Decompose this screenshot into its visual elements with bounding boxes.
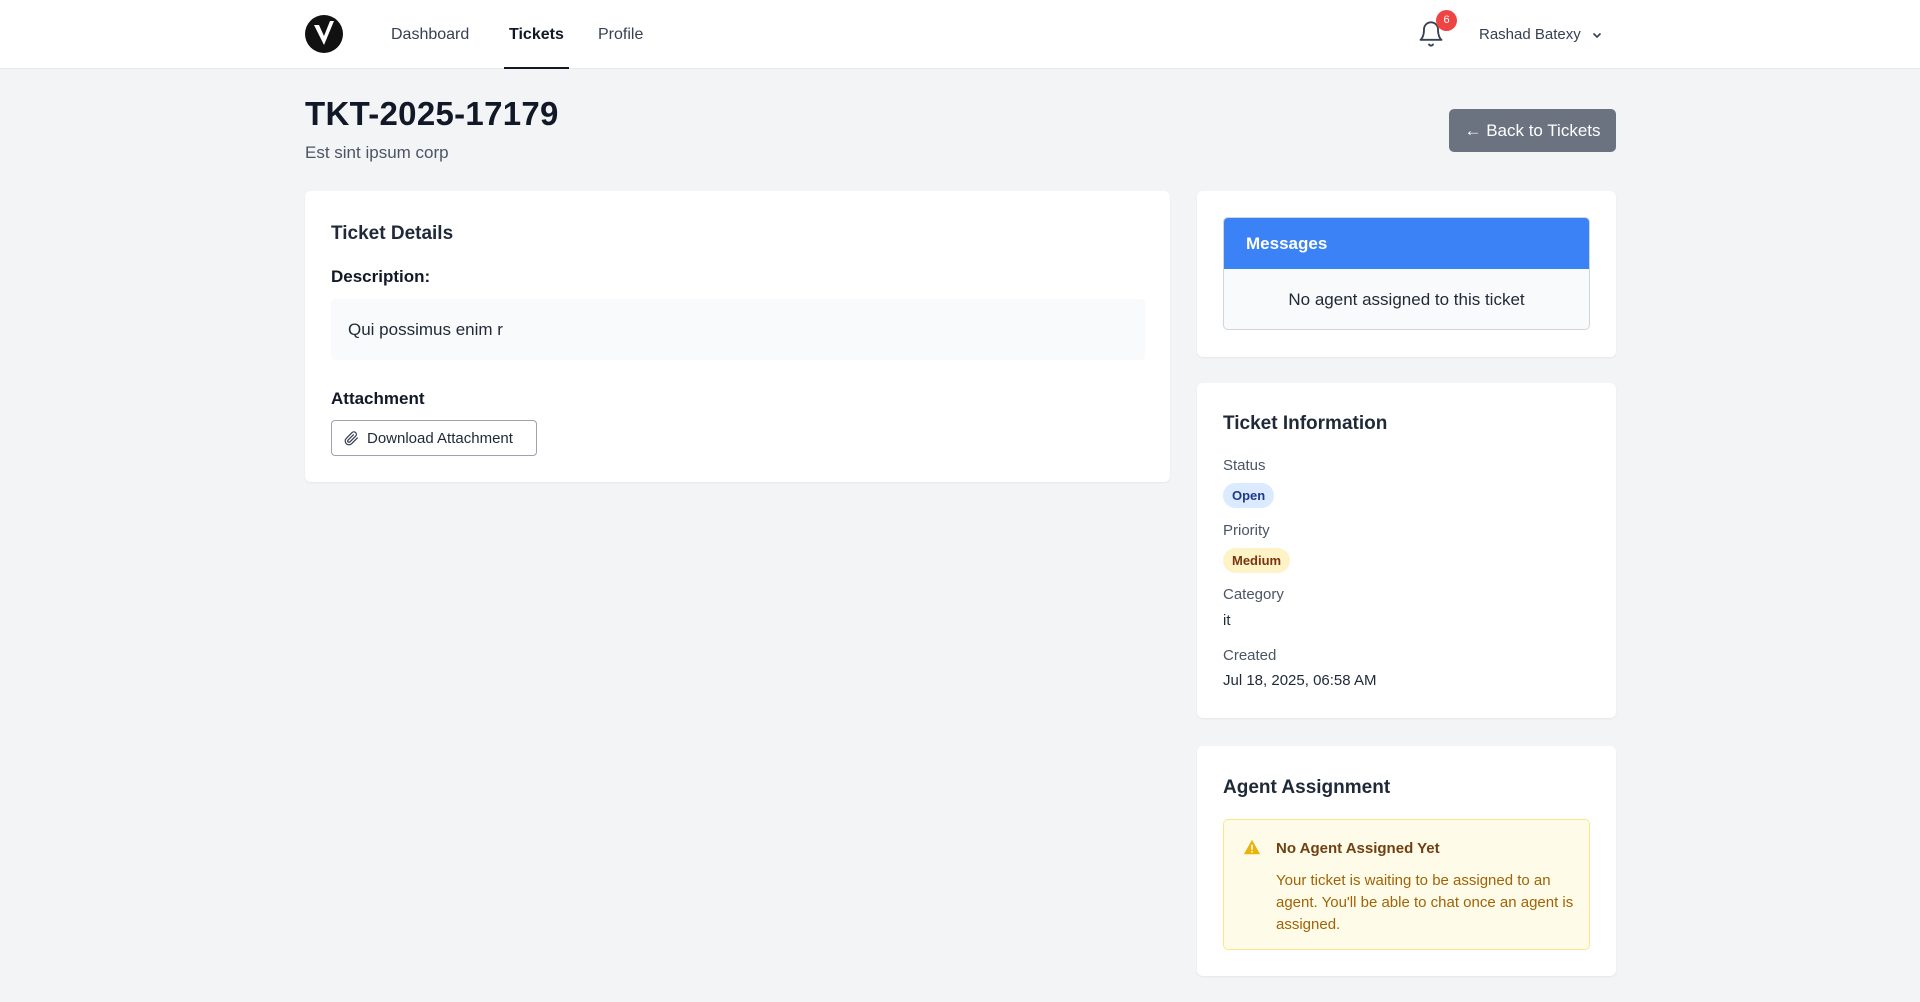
warning-icon [1243, 839, 1261, 855]
user-menu[interactable]: Rashad Batexy [1479, 0, 1603, 69]
description-label: Description: [331, 267, 431, 286]
ticket-details-card: Ticket Details Description: Qui possimus… [305, 191, 1170, 482]
created-value: Jul 18, 2025, 06:58 AM [1223, 672, 1377, 689]
ticket-information-card: Ticket Information Status Open Priority … [1197, 383, 1616, 718]
nav-tickets[interactable]: Tickets [504, 0, 569, 69]
page-title: TKT-2025-17179 [305, 95, 559, 132]
user-name: Rashad Batexy [1479, 26, 1581, 43]
nav-dashboard[interactable]: Dashboard [391, 0, 469, 69]
created-label: Created [1223, 647, 1277, 664]
notification-badge: 6 [1436, 10, 1457, 31]
top-navbar: Dashboard Tickets Profile 6 Rashad Batex… [0, 0, 1920, 69]
messages-header: Messages [1224, 218, 1589, 269]
download-attachment-button[interactable]: Download Attachment [331, 420, 537, 456]
priority-badge: Medium [1223, 548, 1291, 573]
agent-assignment-title: Agent Assignment [1223, 777, 1391, 798]
status-badge: Open [1223, 483, 1275, 508]
alert-message: Your ticket is waiting to be assigned to… [1276, 872, 1574, 933]
download-attachment-label: Download Attachment [367, 429, 513, 447]
back-to-tickets-button[interactable]: ← Back to Tickets [1449, 109, 1616, 152]
priority-label: Priority [1223, 522, 1270, 539]
ticket-details-title: Ticket Details [331, 223, 454, 244]
category-value: it [1223, 612, 1231, 629]
attachment-label: Attachment [331, 389, 425, 408]
page-subtitle: Est sint ipsum corp [305, 143, 449, 162]
logo-icon[interactable] [305, 15, 343, 53]
agent-assignment-card: Agent Assignment No Agent Assigned Yet Y… [1197, 746, 1616, 976]
messages-empty-state: No agent assigned to this ticket [1288, 290, 1525, 309]
nav-profile[interactable]: Profile [598, 0, 643, 69]
paperclip-icon [344, 430, 358, 445]
alert-title: No Agent Assigned Yet [1276, 840, 1440, 857]
category-label: Category [1223, 586, 1284, 603]
messages-card: Messages No agent assigned to this ticke… [1197, 191, 1616, 357]
no-agent-alert: No Agent Assigned Yet Your ticket is wai… [1223, 819, 1590, 950]
description-text: Qui possimus enim r [331, 299, 1145, 360]
chevron-down-icon [1592, 32, 1601, 38]
messages-panel: Messages No agent assigned to this ticke… [1223, 217, 1590, 330]
status-label: Status [1223, 457, 1266, 474]
ticket-information-title: Ticket Information [1223, 413, 1388, 434]
